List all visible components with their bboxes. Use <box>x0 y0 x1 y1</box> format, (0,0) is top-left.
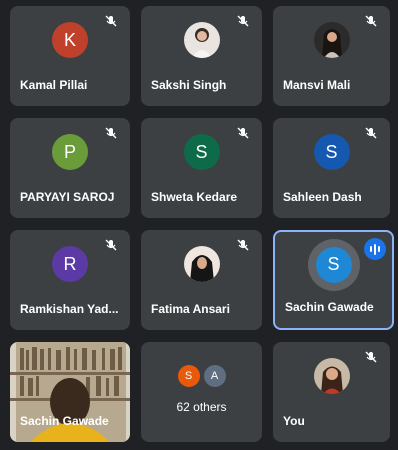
participant-name: Fatima Ansari <box>151 302 230 316</box>
participant-name: PARYAYI SAROJ <box>20 190 115 204</box>
participant-name: Sakshi Singh <box>151 78 227 92</box>
participant-name: Sachin Gawade <box>20 414 109 428</box>
audio-level-icon <box>364 238 386 260</box>
others-count-label: 62 others <box>176 400 227 414</box>
avatar: K <box>52 22 88 58</box>
participant-name: You <box>283 414 305 428</box>
avatar: A <box>203 365 226 387</box>
participant-tile-sakshi-singh[interactable]: Sakshi Singh <box>141 6 262 106</box>
participant-name: Shweta Kedare <box>151 190 238 204</box>
others-tile[interactable]: S A 62 others <box>141 342 262 442</box>
mic-off-icon <box>105 239 117 251</box>
participant-tile-sachin-gawade-speaking[interactable]: S Sachin Gawade <box>273 230 394 330</box>
avatar-photo <box>183 22 220 58</box>
participant-tile-shweta-kedare[interactable]: S Shweta Kedare <box>141 118 262 218</box>
self-tile[interactable]: You <box>273 342 390 442</box>
mic-off-icon <box>105 15 117 27</box>
mic-off-icon <box>237 239 249 251</box>
participant-tile-paryayi-saroj[interactable]: P PARYAYI SAROJ <box>10 118 130 218</box>
participant-name: Sachin Gawade <box>285 300 374 314</box>
mic-off-icon <box>237 127 249 139</box>
avatar: R <box>52 246 88 282</box>
avatar: S <box>177 365 200 387</box>
participant-name: Ramkishan Yad... <box>20 302 119 316</box>
mic-off-icon <box>365 127 377 139</box>
participant-tile-fatima-ansari[interactable]: Fatima Ansari <box>141 230 262 330</box>
participant-tile-ramkishan[interactable]: R Ramkishan Yad... <box>10 230 130 330</box>
participant-tile-kamal-pillai[interactable]: K Kamal Pillai <box>10 6 130 106</box>
avatar: P <box>52 134 88 170</box>
avatar: S <box>315 246 352 283</box>
participant-tile-sahleen-dash[interactable]: S Sahleen Dash <box>273 118 390 218</box>
participant-name: Sahleen Dash <box>283 190 362 204</box>
mic-off-icon <box>365 351 377 363</box>
mic-off-icon <box>365 15 377 27</box>
mic-off-icon <box>105 127 117 139</box>
avatar: S <box>313 134 350 170</box>
participant-name: Mansvi Mali <box>283 78 351 92</box>
avatar-photo <box>313 358 350 394</box>
avatar: S <box>183 134 220 170</box>
video-tile-sachin-gawade[interactable]: Sachin Gawade <box>10 342 130 442</box>
others-avatar-stack: S A <box>176 365 228 387</box>
participant-name: Kamal Pillai <box>20 78 88 92</box>
avatar-photo <box>183 246 220 282</box>
participant-tile-mansvi-mali[interactable]: Mansvi Mali <box>273 6 390 106</box>
mic-off-icon <box>237 15 249 27</box>
avatar-photo <box>313 22 350 58</box>
